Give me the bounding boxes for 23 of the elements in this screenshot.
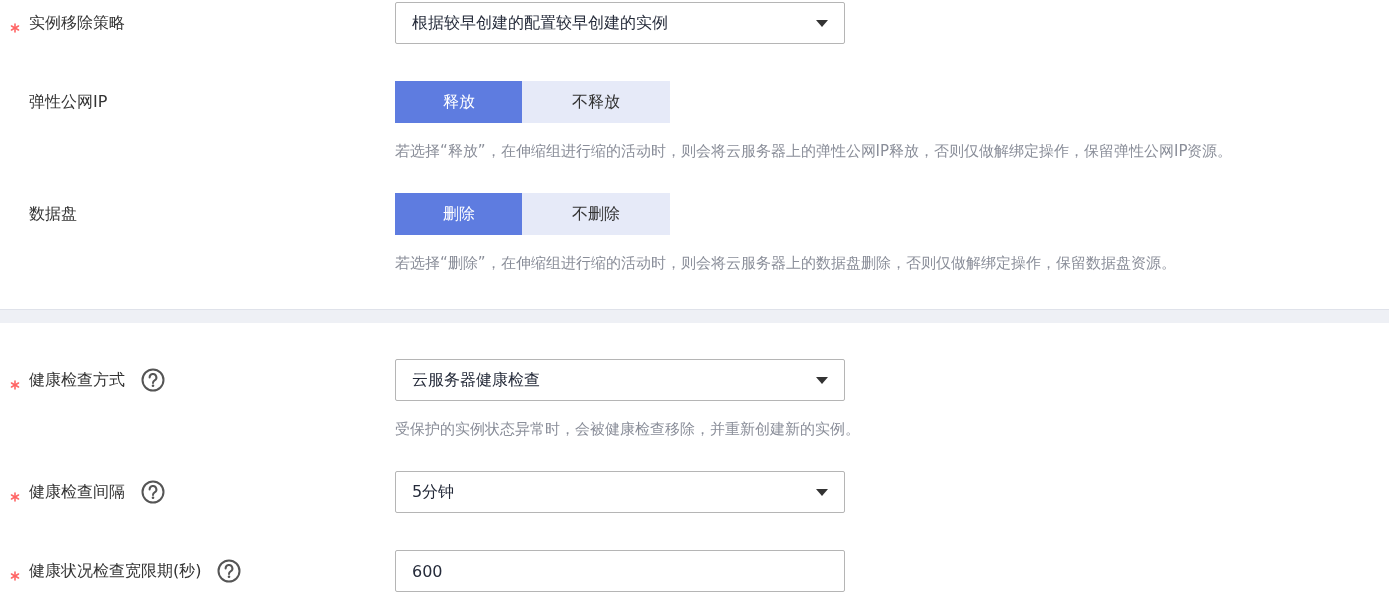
- dropdown[interactable]: 云服务器健康检查: [395, 359, 845, 401]
- toggle-option[interactable]: 释放: [395, 81, 522, 123]
- dropdown-value: 云服务器健康检查: [412, 369, 541, 391]
- field-label: 实例移除策略: [29, 12, 125, 34]
- field-label: 弹性公网IP: [29, 91, 108, 113]
- field-label: 健康检查间隔: [29, 481, 125, 503]
- hint-text: 受保护的实例状态异常时，会被健康检查移除，并重新创建新的实例。: [395, 419, 860, 439]
- field-label: 健康状况检查宽限期(秒): [29, 560, 202, 582]
- hint-text: 若选择“释放”，在伸缩组进行缩的活动时，则会将云服务器上的弹性公网IP释放，否则仅做解绑定操作，保留弹性公网IP资源。: [395, 141, 1233, 161]
- input-field[interactable]: 600: [395, 550, 845, 592]
- dropdown[interactable]: 根据较早创建的配置较早创建的实例: [395, 2, 845, 44]
- dropdown-value: 根据较早创建的配置较早创建的实例: [412, 12, 669, 34]
- dropdown-value: 5分钟: [412, 481, 456, 503]
- dropdown[interactable]: 5分钟: [395, 471, 845, 513]
- caret-icon: [816, 488, 828, 496]
- toggle-option[interactable]: 不释放: [522, 81, 670, 123]
- caret-icon: [816, 376, 828, 384]
- field-label: 数据盘: [29, 203, 77, 225]
- hint-text: 若选择“删除”，在伸缩组进行缩的活动时，则会将云服务器上的数据盘删除，否则仅做解绑定操作，保留数据盘资源。: [395, 253, 1176, 273]
- field-label: 健康检查方式: [29, 369, 125, 391]
- toggle-option[interactable]: 不删除: [522, 193, 670, 235]
- caret-icon: [816, 19, 828, 27]
- toggle-option[interactable]: 删除: [395, 193, 522, 235]
